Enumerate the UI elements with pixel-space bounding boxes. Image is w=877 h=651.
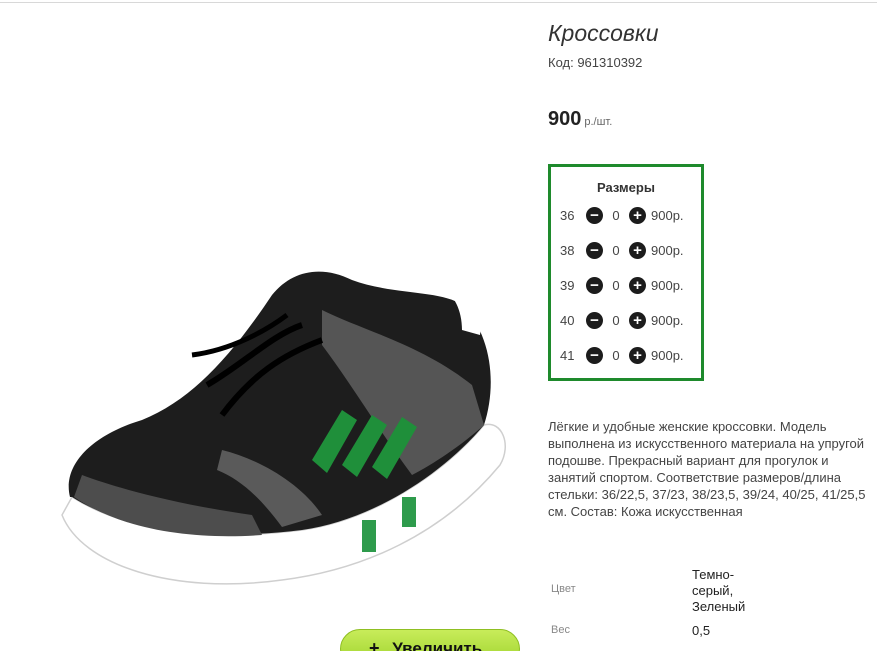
attr-label-weight: Вес — [551, 624, 570, 636]
plus-icon[interactable]: + — [629, 346, 646, 364]
size-label: 40 — [560, 312, 575, 328]
minus-icon[interactable]: − — [586, 276, 603, 294]
size-price: 900р. — [651, 347, 684, 363]
sizes-panel: Размеры 36 − 0 + 900р. 38 − 0 + 900р. 39… — [548, 164, 704, 381]
plus-icon: + — [369, 638, 380, 651]
product-code: Код: 961310392 — [548, 55, 643, 70]
attr-value-color: Темно-серый, Зеленый — [692, 567, 746, 614]
plus-icon[interactable]: + — [629, 311, 646, 329]
size-row: 40 − 0 + 900р. — [560, 310, 684, 330]
attr-value-weight: 0,5 — [692, 623, 711, 638]
price-unit: р./шт. — [584, 116, 613, 128]
zoom-button[interactable]: + Увеличить — [340, 629, 520, 651]
attr-label-color: Цвет — [551, 583, 576, 595]
top-divider — [0, 2, 877, 3]
size-label: 41 — [560, 347, 575, 363]
zoom-label: Увеличить — [392, 639, 483, 651]
product-price: 900 р./шт. — [548, 108, 612, 131]
size-row: 39 − 0 + 900р. — [560, 275, 684, 295]
size-label: 36 — [560, 207, 575, 223]
size-price: 900р. — [651, 207, 684, 223]
sizes-title: Размеры — [597, 180, 655, 195]
product-description: Лёгкие и удобные женские кроссовки. Моде… — [548, 419, 866, 519]
price-value: 900 — [548, 108, 582, 130]
quantity-value: 0 — [612, 207, 620, 223]
plus-icon[interactable]: + — [629, 276, 646, 294]
size-price: 900р. — [651, 242, 684, 258]
size-row: 38 − 0 + 900р. — [560, 240, 684, 260]
minus-icon[interactable]: − — [586, 241, 603, 259]
quantity-value: 0 — [612, 277, 620, 293]
size-price: 900р. — [651, 277, 684, 293]
quantity-value: 0 — [612, 242, 620, 258]
minus-icon[interactable]: − — [586, 346, 603, 364]
plus-icon[interactable]: + — [629, 206, 646, 224]
size-row: 36 − 0 + 900р. — [560, 205, 684, 225]
size-row: 41 − 0 + 900р. — [560, 345, 684, 365]
minus-icon[interactable]: − — [586, 311, 603, 329]
size-label: 39 — [560, 277, 575, 293]
quantity-value: 0 — [612, 347, 620, 363]
plus-icon[interactable]: + — [629, 241, 646, 259]
quantity-value: 0 — [612, 312, 620, 328]
size-price: 900р. — [651, 312, 684, 328]
size-label: 38 — [560, 242, 575, 258]
minus-icon[interactable]: − — [586, 206, 603, 224]
product-title: Кроссовки — [548, 20, 659, 46]
product-image[interactable] — [22, 235, 532, 625]
